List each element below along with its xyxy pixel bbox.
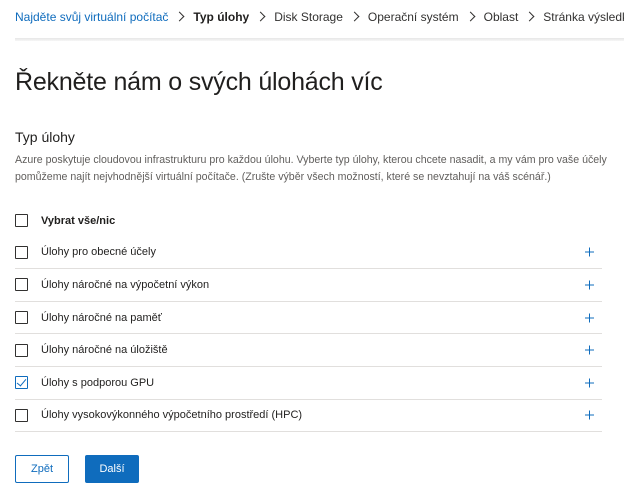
plus-icon[interactable] [585,345,594,355]
workload-label: Úlohy pro obecné účely [41,246,156,259]
workload-label: Úlohy náročné na úložiště [41,344,168,357]
section-description: Azure poskytuje cloudovou infrastrukturu… [15,154,607,183]
storage-intensive-checkbox[interactable] [15,343,28,357]
breadcrumb-workload-type: Typ úlohy [193,9,250,24]
hpc-checkbox[interactable] [15,408,28,422]
workload-label: Úlohy s podporou GPU [41,376,155,389]
workload-row-gpu[interactable]: Úlohy s podporou GPU [15,367,602,400]
section-title: Typ úlohy [15,129,75,145]
memory-intensive-checkbox[interactable] [15,311,28,325]
breadcrumb-find-vm[interactable]: Najděte svůj virtuální počítač [15,10,168,24]
breadcrumb-region: Oblast [483,9,519,24]
workload-row-hpc[interactable]: Úlohy vysokovýkonného výpočetního prostř… [15,400,602,433]
header-divider [15,38,624,41]
breadcrumb: Najděte svůj virtuální počítač Typ úlohy… [15,0,624,33]
workload-label: Úlohy náročné na paměť [41,311,162,324]
chevron-right-icon [524,11,535,22]
workload-row-compute-intensive[interactable]: Úlohy náročné na výpočetní výkon [15,269,602,302]
workload-row-memory-intensive[interactable]: Úlohy náročné na paměť [15,302,602,335]
workload-list: Vybrat vše/nic Úlohy pro obecné účely Úl… [15,205,602,433]
chevron-right-icon [174,11,185,22]
workload-row-storage-intensive[interactable]: Úlohy náročné na úložiště [15,334,602,367]
next-button[interactable]: Další [85,455,139,483]
plus-icon[interactable] [585,313,594,323]
breadcrumb-results-page: Stránka výsledků [543,9,624,24]
chevron-right-icon [349,11,360,22]
workload-label: Úlohy náročné na výpočetní výkon [41,278,210,291]
workload-row-general-purpose[interactable]: Úlohy pro obecné účely [15,237,602,270]
plus-icon[interactable] [585,247,594,257]
compute-intensive-checkbox[interactable] [15,278,28,292]
plus-icon[interactable] [585,280,594,290]
select-all-row[interactable]: Vybrat vše/nic [15,205,602,237]
page-title: Řekněte nám o svých úlohách víc [15,68,383,96]
chevron-right-icon [255,11,266,22]
select-all-checkbox[interactable] [15,214,28,228]
workload-label: Úlohy vysokovýkonného výpočetního prostř… [41,409,303,422]
gpu-checkbox[interactable] [15,376,28,390]
select-all-label: Vybrat vše/nic [41,214,116,227]
general-purpose-checkbox[interactable] [15,245,28,259]
breadcrumb-operating-system: Operační systém [367,9,459,24]
plus-icon[interactable] [585,378,594,388]
breadcrumb-disk-storage: Disk Storage [274,9,343,24]
plus-icon[interactable] [585,410,594,420]
chevron-right-icon [465,11,476,22]
back-button[interactable]: Zpět [15,455,69,483]
